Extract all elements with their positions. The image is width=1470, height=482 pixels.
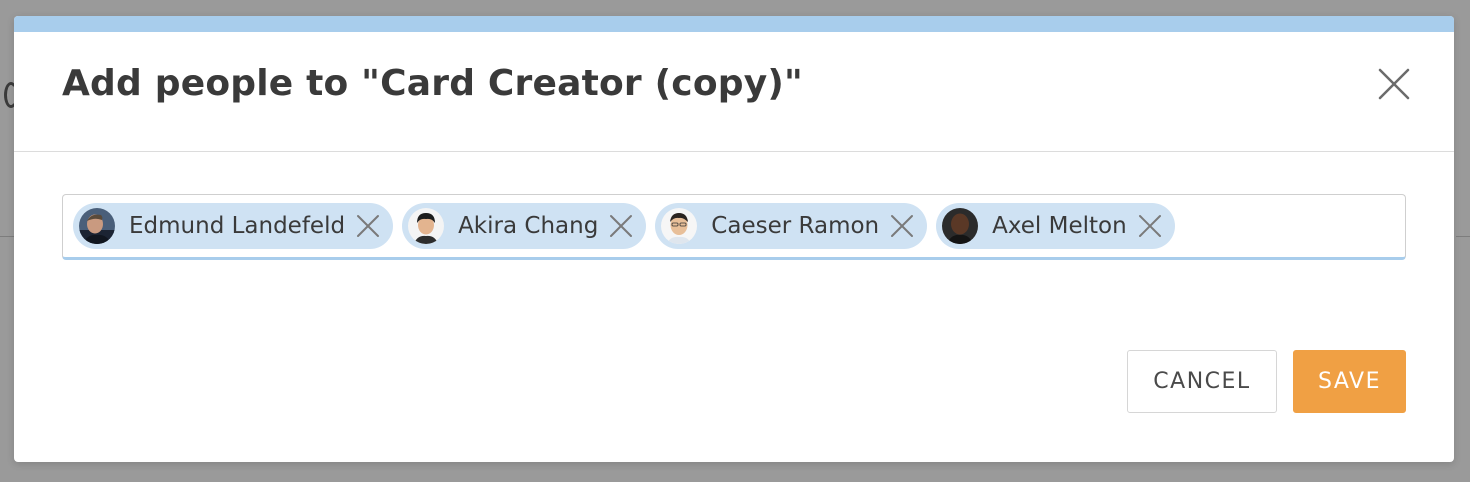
person-chip: Akira Chang bbox=[402, 203, 647, 249]
cancel-button[interactable]: CANCEL bbox=[1127, 350, 1277, 413]
remove-person-button[interactable] bbox=[1137, 213, 1163, 239]
close-button[interactable] bbox=[1374, 64, 1414, 104]
person-name: Edmund Landefeld bbox=[129, 213, 346, 239]
person-name: Akira Chang bbox=[458, 213, 599, 239]
close-icon bbox=[1378, 68, 1410, 100]
add-people-dialog: Add people to "Card Creator (copy)" Edmu… bbox=[14, 16, 1454, 462]
person-chip: Caeser Ramon bbox=[655, 203, 928, 249]
remove-person-button[interactable] bbox=[608, 213, 634, 239]
remove-icon bbox=[357, 215, 380, 237]
remove-person-button[interactable] bbox=[355, 213, 381, 239]
dialog-header: Add people to "Card Creator (copy)" bbox=[14, 32, 1454, 152]
background-divider bbox=[0, 236, 14, 237]
avatar bbox=[942, 208, 979, 244]
person-chip: Axel Melton bbox=[936, 203, 1175, 249]
avatar bbox=[661, 208, 698, 244]
person-name: Caeser Ramon bbox=[711, 213, 880, 239]
remove-icon bbox=[1138, 215, 1161, 237]
background-divider bbox=[1456, 236, 1470, 237]
remove-person-button[interactable] bbox=[889, 213, 915, 239]
people-input-field[interactable]: Edmund Landefeld Akira Chang Caeser Ramo… bbox=[62, 194, 1406, 260]
remove-icon bbox=[610, 215, 633, 237]
avatar bbox=[408, 208, 445, 244]
people-search-input[interactable] bbox=[1183, 206, 1405, 246]
dialog-title: Add people to "Card Creator (copy)" bbox=[62, 63, 803, 104]
dialog-accent-bar bbox=[14, 16, 1454, 32]
remove-icon bbox=[891, 215, 914, 237]
person-name: Axel Melton bbox=[992, 213, 1127, 239]
person-chip: Edmund Landefeld bbox=[73, 203, 394, 249]
avatar bbox=[79, 208, 115, 244]
save-button[interactable]: SAVE bbox=[1293, 350, 1406, 413]
